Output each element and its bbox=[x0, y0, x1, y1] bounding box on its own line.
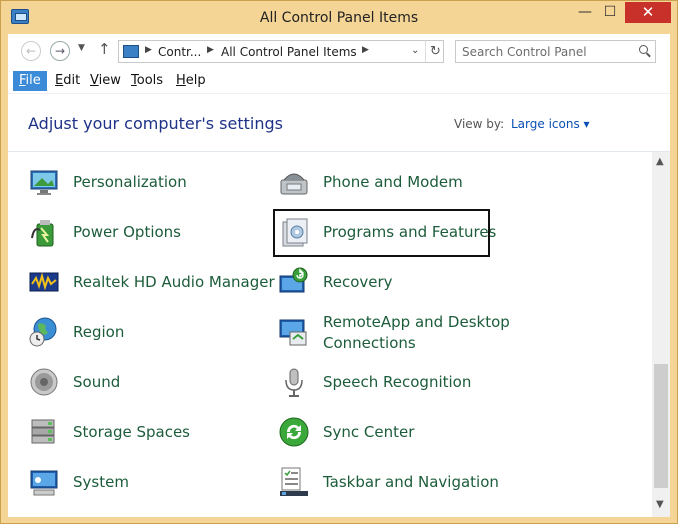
item-taskbar-navigation[interactable]: Taskbar and Navigation bbox=[278, 462, 499, 502]
content-header: Adjust your computer's settings View by:… bbox=[8, 94, 670, 152]
menu-edit[interactable]: Edit bbox=[49, 71, 86, 91]
scroll-up-icon[interactable]: ▲ bbox=[656, 156, 664, 167]
power-options-icon bbox=[31, 220, 54, 247]
item-realtek-audio[interactable]: Realtek HD Audio Manager bbox=[28, 262, 275, 302]
remoteapp-icon bbox=[279, 319, 307, 346]
item-label: Phone and Modem bbox=[323, 173, 463, 191]
refresh-button[interactable]: ↻ bbox=[425, 41, 445, 62]
recent-locations-chevron-icon[interactable]: ▼ bbox=[78, 43, 85, 53]
breadcrumb-separator-icon[interactable]: ▶ bbox=[207, 45, 214, 55]
breadcrumb-separator-icon[interactable]: ▶ bbox=[145, 45, 152, 55]
vertical-scrollbar[interactable]: ▲ ▼ bbox=[652, 152, 670, 517]
item-label: Power Options bbox=[73, 223, 181, 241]
item-label: Sound bbox=[73, 373, 121, 391]
item-label: Taskbar and Navigation bbox=[323, 473, 499, 491]
region-icon bbox=[29, 317, 57, 347]
item-label: Speech Recognition bbox=[323, 373, 472, 391]
forward-button[interactable]: → bbox=[50, 41, 70, 61]
control-panel-window: All Control Panel Items — ☐ ✕ ← → ▼ ↑ ▶ … bbox=[0, 0, 678, 524]
realtek-audio-icon bbox=[29, 272, 59, 292]
item-label: Storage Spaces bbox=[73, 423, 190, 441]
view-by-dropdown[interactable]: Large icons ▾ bbox=[511, 117, 590, 131]
item-speech-recognition[interactable]: Speech Recognition bbox=[278, 362, 488, 402]
recovery-icon bbox=[279, 267, 308, 293]
address-dropdown-chevron-icon[interactable]: ⌄ bbox=[411, 45, 419, 56]
maximize-button[interactable]: ☐ bbox=[598, 2, 622, 23]
storage-spaces-icon bbox=[31, 419, 55, 444]
chevron-down-icon: ▾ bbox=[583, 117, 590, 131]
address-row: ← → ▼ ↑ ▶ Contr... ▶ All Control Panel I… bbox=[8, 34, 670, 68]
item-label: Recovery bbox=[323, 273, 393, 291]
item-storage-spaces[interactable]: Storage Spaces bbox=[28, 412, 228, 452]
item-label: Personalization bbox=[73, 173, 187, 191]
back-button[interactable]: ← bbox=[21, 41, 41, 61]
item-label: RemoteApp and Desktop Connections bbox=[323, 313, 510, 352]
address-bar[interactable]: ▶ Contr... ▶ All Control Panel Items ▶ ⌄… bbox=[118, 40, 444, 63]
item-power-options[interactable]: Power Options bbox=[28, 212, 228, 252]
search-icon[interactable] bbox=[639, 45, 648, 54]
close-button[interactable]: ✕ bbox=[625, 2, 671, 23]
item-label: Realtek HD Audio Manager bbox=[73, 273, 275, 291]
scroll-down-icon[interactable]: ▼ bbox=[656, 499, 664, 510]
control-panel-items: Personalization Power Options Realtek HD… bbox=[8, 152, 652, 517]
content-area: Adjust your computer's settings View by:… bbox=[8, 94, 670, 517]
phone-modem-icon bbox=[280, 173, 308, 195]
breadcrumb-all-items[interactable]: All Control Panel Items bbox=[221, 45, 357, 59]
taskbar-navigation-icon bbox=[280, 467, 308, 496]
page-heading: Adjust your computer's settings bbox=[28, 114, 283, 133]
item-region[interactable]: Region bbox=[28, 312, 228, 352]
breadcrumb-control-panel[interactable]: Contr... bbox=[158, 45, 201, 59]
item-system[interactable]: System bbox=[28, 462, 228, 502]
item-personalization[interactable]: Personalization bbox=[28, 162, 228, 202]
sync-center-icon bbox=[279, 417, 309, 447]
menu-bar: File Edit View Tools Help bbox=[8, 68, 670, 94]
breadcrumb-separator-icon[interactable]: ▶ bbox=[362, 45, 369, 55]
item-recovery[interactable]: Recovery bbox=[278, 262, 488, 302]
control-panel-small-icon bbox=[123, 45, 139, 58]
item-sound[interactable]: Sound bbox=[28, 362, 228, 402]
sound-icon bbox=[30, 368, 58, 396]
search-box[interactable] bbox=[455, 40, 656, 63]
speech-recognition-icon bbox=[285, 368, 303, 397]
up-button[interactable]: ↑ bbox=[98, 40, 111, 58]
item-remoteapp[interactable]: RemoteApp and Desktop Connections bbox=[278, 312, 510, 352]
scroll-thumb[interactable] bbox=[654, 364, 668, 488]
personalization-icon bbox=[30, 170, 58, 195]
item-label: System bbox=[73, 473, 129, 491]
search-input[interactable] bbox=[462, 44, 632, 59]
focus-outline bbox=[273, 209, 490, 257]
system-icon bbox=[30, 470, 58, 496]
item-sync-center[interactable]: Sync Center bbox=[278, 412, 488, 452]
menu-tools[interactable]: Tools bbox=[125, 71, 169, 91]
menu-help[interactable]: Help bbox=[170, 71, 212, 91]
item-label: Region bbox=[73, 323, 125, 341]
minimize-button[interactable]: — bbox=[573, 2, 597, 23]
title-bar: All Control Panel Items — ☐ ✕ bbox=[1, 1, 677, 34]
menu-view[interactable]: View bbox=[84, 71, 127, 91]
item-label: Sync Center bbox=[323, 423, 415, 441]
menu-file[interactable]: File bbox=[13, 71, 47, 91]
item-phone-modem[interactable]: Phone and Modem bbox=[278, 162, 488, 202]
view-by-label: View by: bbox=[454, 117, 505, 131]
